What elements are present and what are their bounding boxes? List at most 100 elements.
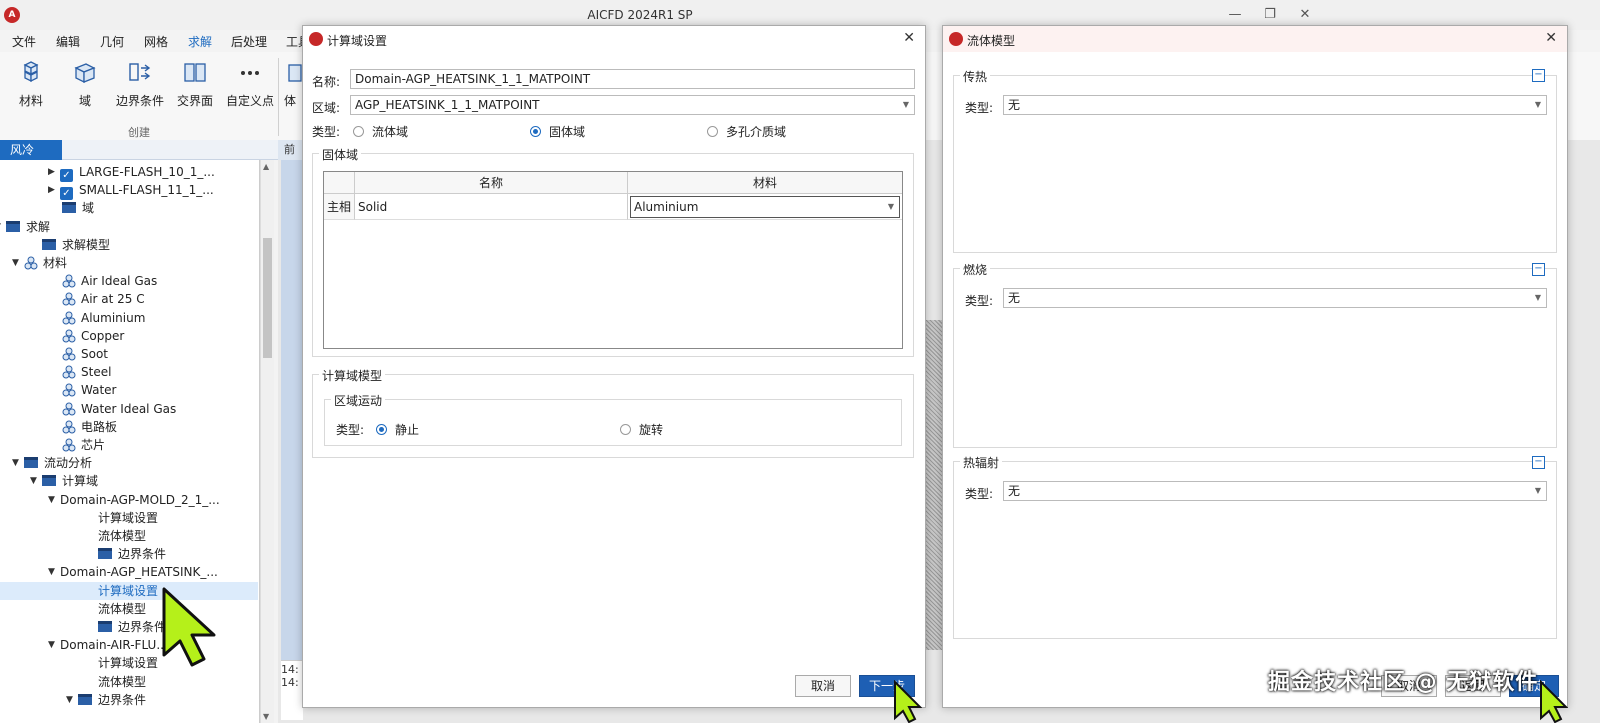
tree-item-label: 流体模型	[98, 674, 147, 689]
tree-item[interactable]: 计算域设置	[0, 509, 258, 527]
console-line: 14:	[281, 676, 299, 689]
close-icon[interactable]: ✕	[903, 30, 915, 46]
tree-item-label: Air at 25 C	[81, 292, 145, 307]
name-input[interactable]: Domain-AGP_HEATSINK_1_1_MATPOINT	[350, 69, 915, 89]
close-icon[interactable]: ✕	[1545, 30, 1557, 46]
collapse-tree-icon[interactable]: ▼	[48, 491, 60, 509]
material-icon	[24, 256, 38, 270]
motion-option-static[interactable]: 静止	[376, 421, 419, 438]
collapse-icon[interactable]: −	[1532, 69, 1545, 82]
tree-item[interactable]: Air Ideal Gas	[0, 272, 258, 290]
console-output: 14: 14:	[281, 660, 303, 720]
tree-item[interactable]: Water Ideal Gas	[0, 400, 258, 418]
tree-item-label: 芯片	[81, 438, 106, 452]
tree-item[interactable]: Steel	[0, 363, 258, 381]
restore-icon[interactable]: ❐	[1255, 5, 1285, 25]
collapse-tree-icon[interactable]: ▼	[12, 254, 24, 272]
type-option-fluid[interactable]: 流体域	[353, 123, 408, 140]
collapse-tree-icon[interactable]: ▼	[48, 636, 60, 654]
material-select[interactable]: Aluminium ▼	[630, 196, 900, 218]
combustion-type-label: 类型:	[965, 294, 994, 308]
tree-scrollbar[interactable]: ▲ ▼	[260, 160, 274, 723]
cancel-button[interactable]: 取消	[795, 675, 851, 697]
combustion-type-select[interactable]: 无 ▼	[1003, 288, 1547, 308]
menu-file[interactable]: 文件	[12, 33, 36, 50]
menu-edit[interactable]: 编辑	[56, 33, 80, 50]
interface-button[interactable]: 交界面	[165, 60, 225, 109]
column-header-name: 名称	[355, 172, 628, 194]
tree-item[interactable]: ▼ 材料	[0, 254, 258, 272]
heat-type-value: 无	[1008, 98, 1021, 112]
material-icon	[62, 365, 76, 379]
group-title: 计算域模型	[319, 367, 386, 384]
region-label: 区域:	[312, 101, 341, 115]
tree-item[interactable]: Water	[0, 381, 258, 399]
material-button[interactable]: 材料	[1, 60, 61, 109]
expand-icon[interactable]: ▶	[48, 181, 60, 199]
tree-item[interactable]: 芯片	[0, 436, 258, 454]
collapse-tree-icon[interactable]: ▼	[66, 691, 78, 709]
menu-solve[interactable]: 求解	[188, 33, 213, 54]
type-option-solid[interactable]: 固体域	[530, 123, 585, 140]
collapse-icon[interactable]: −	[1532, 263, 1545, 276]
material-value: Aluminium	[634, 200, 699, 214]
tree-item[interactable]: ▼ Domain-AGP-MOLD_2_1_...	[0, 491, 258, 509]
tree-item[interactable]: 求解模型	[0, 236, 258, 254]
group-title: 燃烧	[960, 261, 991, 278]
type-option-porous[interactable]: 多孔介质域	[707, 123, 786, 140]
phase-name-cell[interactable]: Solid	[355, 194, 628, 220]
tree-item[interactable]: 域	[0, 199, 258, 217]
collapse-tree-icon[interactable]: ▼	[12, 454, 24, 472]
menu-geometry[interactable]: 几何	[100, 33, 124, 50]
minimize-icon[interactable]: —	[1220, 5, 1250, 25]
close-window-icon[interactable]: ✕	[1290, 5, 1320, 25]
tree-item[interactable]: Aluminium	[0, 309, 258, 327]
tree-item[interactable]: ▼ 边界条件	[0, 691, 258, 709]
collapse-icon[interactable]: −	[1532, 456, 1545, 469]
checkbox-checked-icon[interactable]: ✓	[60, 187, 73, 201]
console-line: 14:	[281, 663, 299, 676]
tree-item[interactable]: ▼ 流动分析	[0, 454, 258, 472]
radiation-type-select[interactable]: 无 ▼	[1003, 481, 1547, 501]
tree-item-label: SMALL-FLASH_11_1_...	[79, 183, 214, 198]
folder-icon	[98, 621, 112, 632]
cube-icon	[74, 63, 96, 84]
tree-item-label: 边界条件	[118, 547, 167, 562]
tree-scroll-thumb[interactable]	[263, 238, 272, 358]
collapse-tree-icon[interactable]: ▼	[48, 563, 60, 581]
tree-item[interactable]: ▼求解	[0, 218, 258, 236]
tree-item[interactable]: 电路板	[0, 418, 258, 436]
folder-icon	[62, 202, 76, 214]
tree-item-label: Water Ideal Gas	[81, 401, 177, 416]
material-cell: Aluminium ▼	[628, 194, 902, 220]
boundary-condition-button[interactable]: 边界条件	[110, 60, 170, 109]
tree-item[interactable]: Soot	[0, 345, 258, 363]
boundary-condition-label: 边界条件	[115, 94, 164, 108]
tree-item[interactable]: ▼ Domain-AGP_HEATSINK_...	[0, 563, 258, 581]
scroll-up-icon[interactable]: ▲	[263, 162, 269, 171]
tree-item[interactable]: Air at 25 C	[0, 290, 258, 308]
scroll-down-icon[interactable]: ▼	[263, 712, 269, 721]
material-icon	[62, 420, 76, 434]
expand-icon[interactable]: ▶	[48, 163, 60, 181]
tree-item-label: 边界条件	[98, 692, 147, 707]
folder-icon	[78, 693, 92, 705]
tree-item-label: Copper	[81, 328, 125, 343]
tree-item[interactable]: ▶ ✓ LARGE-FLASH_10_1_...	[0, 163, 258, 182]
tree-item[interactable]: ▶ ✓ SMALL-FLASH_11_1_...	[0, 181, 258, 201]
domain-button[interactable]: 域	[55, 60, 115, 109]
tree-item[interactable]: 流体模型	[0, 527, 258, 545]
region-select[interactable]: AGP_HEATSINK_1_1_MATPOINT ▼	[350, 95, 915, 115]
tab-air-cooling[interactable]: 风冷	[0, 140, 62, 160]
menu-mesh[interactable]: 网格	[144, 33, 168, 50]
motion-option-rotate[interactable]: 旋转	[620, 421, 663, 438]
heat-type-select[interactable]: 无 ▼	[1003, 95, 1547, 115]
menu-postprocess[interactable]: 后处理	[231, 33, 267, 50]
tree-item-label: 计算域设置	[98, 583, 159, 598]
collapse-tree-icon[interactable]: ▼	[30, 472, 42, 490]
checkbox-checked-icon[interactable]: ✓	[60, 169, 73, 182]
tree-item[interactable]: ▼ 计算域	[0, 472, 258, 490]
tree-item[interactable]: Copper	[0, 327, 258, 345]
tree-item[interactable]: 流体模型	[0, 673, 258, 691]
tree-item[interactable]: 边界条件	[0, 545, 258, 563]
